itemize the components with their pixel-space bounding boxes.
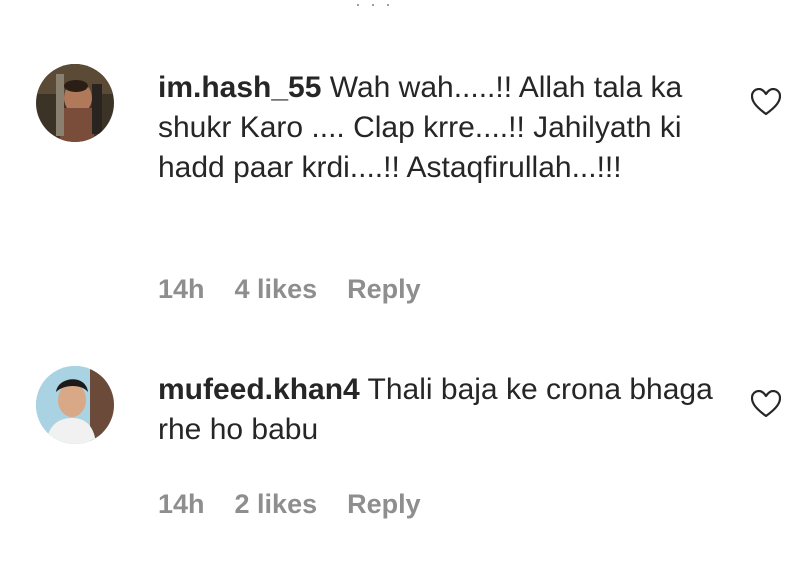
heart-outline-icon[interactable] (750, 389, 782, 418)
comment-body: im.hash_55 Wah wah.....!! Allah tala ka … (158, 68, 718, 188)
comment-username[interactable]: mufeed.khan4 (158, 373, 360, 406)
comment-time[interactable]: 14h (158, 274, 205, 304)
comment-meta: 14h 4 likes Reply (158, 274, 421, 304)
comment-meta: 14h 2 likes Reply (158, 489, 421, 519)
comment-username[interactable]: im.hash_55 (158, 71, 321, 104)
reply-button[interactable]: Reply (347, 274, 421, 304)
comment-body: mufeed.khan4 Thali baja ke crona bhaga r… (158, 370, 718, 450)
avatar[interactable] (36, 366, 114, 444)
avatar[interactable] (36, 64, 114, 142)
heart-outline-icon[interactable] (750, 87, 782, 116)
comment-likes[interactable]: 4 likes (235, 274, 318, 304)
comment-time[interactable]: 14h (158, 489, 205, 519)
comment-likes[interactable]: 2 likes (235, 489, 318, 519)
previous-comment-sliver: · · · (355, 0, 425, 6)
reply-button[interactable]: Reply (347, 489, 421, 519)
